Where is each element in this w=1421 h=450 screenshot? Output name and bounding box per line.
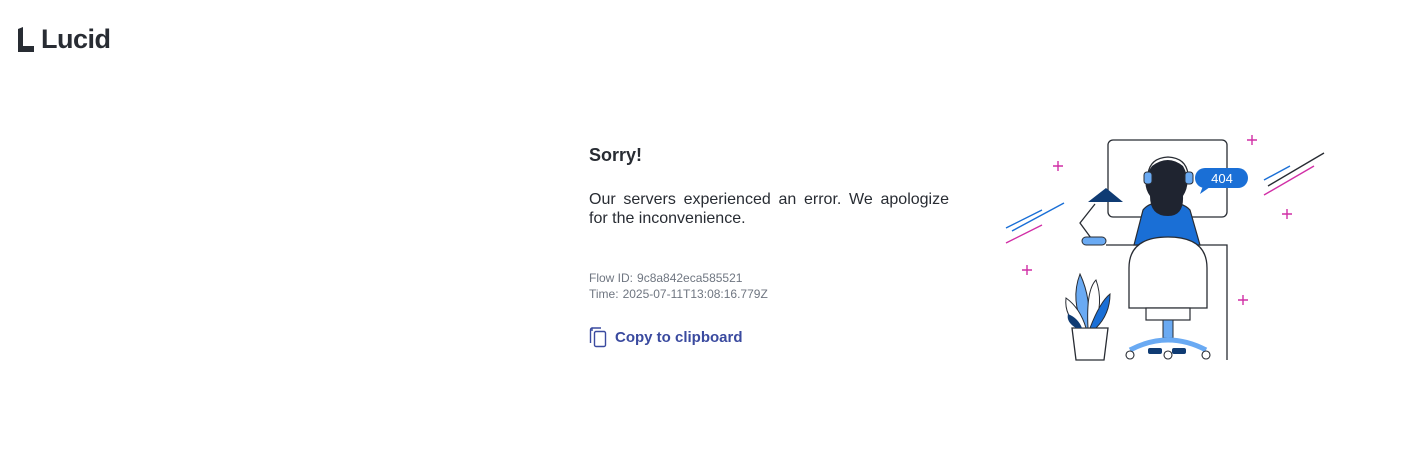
lucid-logo-icon	[18, 26, 34, 52]
time-label: Time:	[589, 287, 619, 301]
copy-to-clipboard-label: Copy to clipboard	[615, 329, 743, 346]
copy-to-clipboard-button[interactable]: Copy to clipboard	[589, 327, 743, 348]
copy-icon	[589, 327, 607, 348]
time-line: Time: 2025-07-11T13:08:16.779Z	[589, 286, 949, 302]
flow-id-label: Flow ID:	[589, 271, 634, 285]
time-value: 2025-07-11T13:08:16.779Z	[622, 287, 768, 301]
error-illustration: 404	[1005, 135, 1325, 361]
error-badge-text: 404	[1211, 171, 1233, 186]
logo-text: Lucid	[41, 24, 111, 54]
error-content: Sorry! Our servers experienced an error.…	[589, 142, 949, 353]
plant	[1065, 272, 1111, 361]
chair	[1125, 236, 1211, 360]
error-page: Lucid Sorry! Our servers experienced an …	[0, 0, 1421, 450]
flow-id-line: Flow ID: 9c8a842eca585521	[589, 270, 949, 286]
flow-id-value: 9c8a842eca585521	[637, 271, 743, 285]
motion-lines-left	[1005, 202, 1065, 244]
error-details: Flow ID: 9c8a842eca585521 Time: 2025-07-…	[589, 270, 949, 302]
motion-lines-right	[1263, 152, 1325, 196]
error-title: Sorry!	[589, 145, 643, 165]
error-message: Our servers experienced an error. We apo…	[589, 191, 949, 227]
lucid-logo[interactable]: Lucid	[16, 26, 111, 53]
